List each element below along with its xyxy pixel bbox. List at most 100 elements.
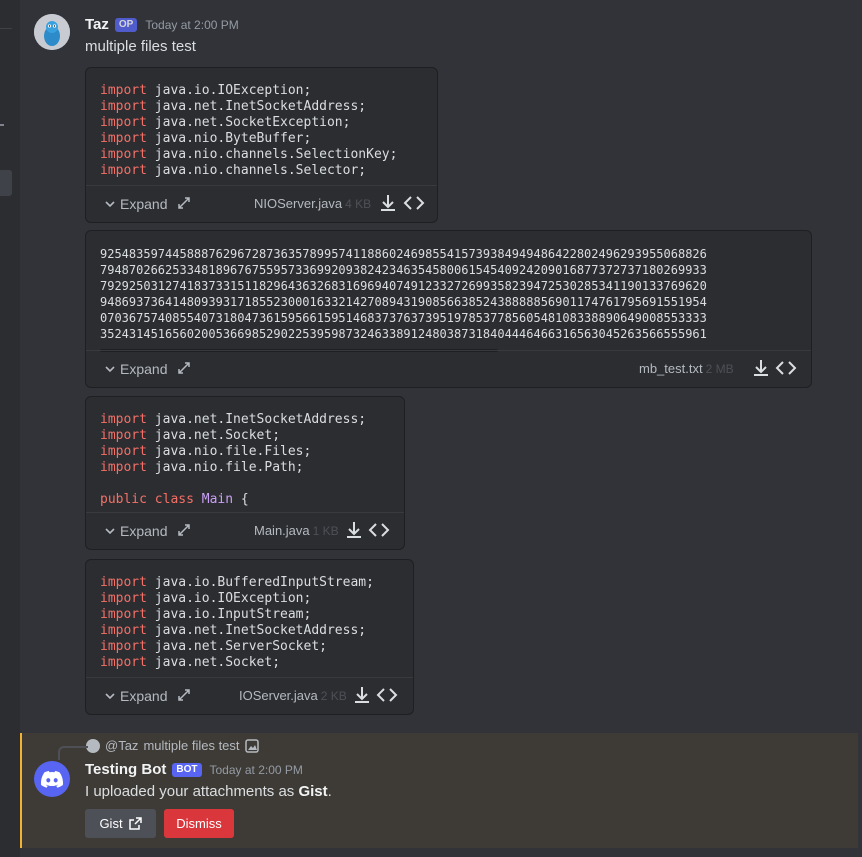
- external-link-icon: [128, 817, 142, 830]
- avatar[interactable]: [34, 14, 70, 50]
- sidebar-selected-item[interactable]: [0, 170, 12, 196]
- file-name[interactable]: Main.java 1 KB: [254, 523, 339, 538]
- message-taz: Taz OP Today at 2:00 PM multiple files t…: [20, 0, 862, 733]
- avatar-image: [34, 14, 70, 50]
- file-name[interactable]: IOServer.java 2 KB: [239, 688, 347, 703]
- code-line: import java.net.InetSocketAddress;: [100, 623, 367, 638]
- op-badge: OP: [114, 17, 138, 32]
- file-name-text: IOServer.java: [239, 688, 318, 703]
- download-icon[interactable]: [344, 520, 364, 540]
- expand-button[interactable]: Expand: [104, 523, 167, 539]
- expand-button[interactable]: Expand: [104, 361, 167, 377]
- expand-chevron-icon: [105, 201, 115, 208]
- discord-logo-icon: [41, 770, 63, 788]
- attachment-footer: Expand mb_test.txt 2 MB: [86, 350, 811, 387]
- message-header: Testing Bot BOT Today at 2:00 PM: [85, 761, 303, 778]
- file-size: 2 MB: [705, 362, 734, 376]
- code-keyword: import: [100, 444, 147, 459]
- expand-button[interactable]: Expand: [104, 196, 167, 212]
- reply-reference[interactable]: @Taz multiple files test: [58, 738, 259, 760]
- code-keyword: import: [100, 163, 147, 178]
- code-attachment-ioserver: import java.io.BufferedInputStream; impor…: [85, 559, 414, 715]
- username[interactable]: Taz: [85, 16, 109, 33]
- download-icon[interactable]: [751, 358, 771, 378]
- code-class-name: Main: [201, 492, 234, 507]
- reply-author[interactable]: @Taz: [105, 738, 138, 753]
- gist-button[interactable]: Gist: [85, 809, 156, 838]
- text-line: 7948702662533481896767559573369920938242…: [100, 263, 707, 277]
- fullscreen-icon[interactable]: [176, 195, 192, 211]
- attachment-footer: Expand NIOServer.java 4 KB: [86, 185, 437, 222]
- dismiss-button-label: Dismiss: [176, 816, 222, 831]
- text-attachment-mb-test: 9254835974458887629672873635789957411886…: [85, 230, 812, 388]
- file-name[interactable]: mb_test.txt 2 MB: [639, 361, 734, 376]
- sidebar-mark: [0, 124, 4, 126]
- code-keyword: public class: [100, 492, 194, 507]
- download-icon[interactable]: [352, 685, 372, 705]
- code-line: import java.net.InetSocketAddress;: [100, 412, 367, 427]
- username[interactable]: Testing Bot: [85, 761, 166, 778]
- code-line: import java.net.Socket;: [100, 655, 281, 670]
- code-preview: import java.net.InetSocketAddress; import…: [100, 412, 366, 508]
- dismiss-button[interactable]: Dismiss: [164, 809, 234, 838]
- message-text: multiple files test: [85, 38, 196, 55]
- view-source-icon[interactable]: [376, 685, 398, 705]
- download-icon[interactable]: [378, 193, 398, 213]
- file-name-text: Main.java: [254, 523, 310, 538]
- bot-avatar[interactable]: [34, 761, 70, 797]
- fullscreen-icon[interactable]: [176, 360, 192, 376]
- view-source-icon[interactable]: [368, 520, 390, 540]
- code-keyword: import: [100, 99, 147, 114]
- message-header: Taz OP Today at 2:00 PM: [85, 16, 239, 33]
- reply-text: multiple files test: [143, 738, 240, 753]
- view-source-icon[interactable]: [775, 358, 797, 378]
- code-line: import java.nio.file.Files;: [100, 444, 312, 459]
- file-size: 1 KB: [312, 524, 339, 538]
- code-preview: import java.io.BufferedInputStream; impor…: [100, 575, 374, 671]
- message-text-prefix: I uploaded your attachments as: [85, 783, 299, 800]
- code-keyword: import: [100, 639, 147, 654]
- code-keyword: import: [100, 575, 147, 590]
- code-keyword: import: [100, 607, 147, 622]
- sidebar-divider: [0, 28, 12, 29]
- code-line: import java.net.InetSocketAddress;: [100, 99, 367, 114]
- code-line: import java.nio.channels.SelectionKey;: [100, 147, 398, 162]
- code-keyword: import: [100, 131, 147, 146]
- code-attachment-main: import java.net.InetSocketAddress; import…: [85, 396, 405, 550]
- expand-chevron-icon: [105, 693, 115, 700]
- message-text-bold: Gist: [298, 783, 328, 800]
- code-keyword: import: [100, 83, 147, 98]
- code-line: import java.nio.channels.Selector;: [100, 163, 367, 178]
- code-line: import java.io.InputStream;: [100, 607, 312, 622]
- code-line: import java.net.SocketException;: [100, 115, 351, 130]
- text-preview: 9254835974458887629672873635789957411886…: [100, 246, 802, 342]
- message-text: I uploaded your attachments as Gist.: [85, 783, 332, 800]
- code-line: import java.nio.file.Path;: [100, 460, 304, 475]
- code-keyword: import: [100, 460, 147, 475]
- file-name-text: mb_test.txt: [639, 361, 703, 376]
- timestamp[interactable]: Today at 2:00 PM: [210, 763, 303, 777]
- expand-label: Expand: [120, 196, 168, 212]
- code-preview: import java.io.IOException; import java.n…: [100, 83, 397, 179]
- attachment-footer: Expand IOServer.java 2 KB: [86, 677, 413, 714]
- file-name[interactable]: NIOServer.java 4 KB: [254, 196, 371, 211]
- code-keyword: import: [100, 428, 147, 443]
- fullscreen-icon[interactable]: [176, 687, 192, 703]
- expand-label: Expand: [120, 688, 168, 704]
- view-source-icon[interactable]: [403, 193, 425, 213]
- gist-button-label: Gist: [99, 816, 123, 831]
- code-keyword: import: [100, 412, 147, 427]
- attachment-footer: Expand Main.java 1 KB: [86, 512, 404, 549]
- bot-badge: BOT: [172, 762, 202, 777]
- text-line: 0703675740855407318047361595661595146837…: [100, 311, 707, 325]
- text-line: 3524314516560200536698529022539598732463…: [100, 327, 707, 341]
- fullscreen-icon[interactable]: [176, 522, 192, 538]
- timestamp[interactable]: Today at 2:00 PM: [145, 18, 238, 32]
- expand-button[interactable]: Expand: [104, 688, 167, 704]
- code-keyword: import: [100, 147, 147, 162]
- code-line: import java.nio.ByteBuffer;: [100, 131, 312, 146]
- text-line: 7929250312741837331511829643632683169694…: [100, 279, 707, 293]
- expand-label: Expand: [120, 361, 168, 377]
- text-line: 9254835974458887629672873635789957411886…: [100, 247, 707, 261]
